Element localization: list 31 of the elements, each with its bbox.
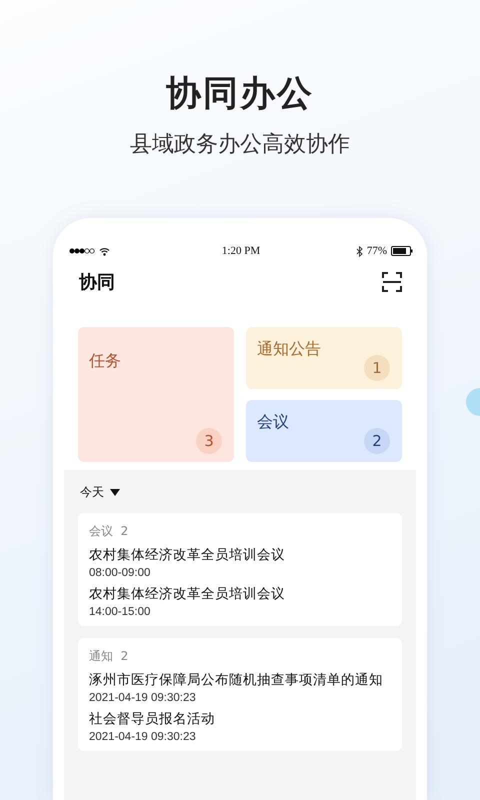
item-time: 2021-04-19 09:30:23 xyxy=(89,692,197,704)
tile-label: 通知公告 xyxy=(257,339,321,358)
scan-icon[interactable] xyxy=(382,272,402,292)
item-time: 08:00-09:00 xyxy=(89,567,152,579)
item-title[interactable]: 农村集体经济改革全员培训会议 xyxy=(89,585,391,603)
item-time: 2021-04-19 09:30:23 xyxy=(89,731,197,743)
headline: 协同办公 xyxy=(166,73,314,116)
tile-label: 任务 xyxy=(89,351,121,370)
date-filter[interactable]: 今天 xyxy=(80,484,402,501)
count-badge: 1 xyxy=(364,355,390,381)
item-title[interactable]: 农村集体经济改革全员培训会议 xyxy=(89,546,391,564)
category-tile[interactable]: 会议 2 xyxy=(246,400,402,462)
group-label: 会议 2 xyxy=(89,524,128,538)
status-time: 1:20 PM xyxy=(222,245,260,257)
category-tile[interactable]: 任务 3 xyxy=(78,327,234,462)
signal-icon xyxy=(69,248,95,254)
battery-icon xyxy=(391,246,413,256)
tile-label: 会议 xyxy=(257,412,289,431)
battery-percent: 77% xyxy=(366,245,387,257)
caret-icon xyxy=(110,489,120,496)
count-badge: 2 xyxy=(364,428,390,454)
app-title: 协同 xyxy=(79,271,115,294)
item-title[interactable]: 涿州市医疗保障局公布随机抽查事项清单的通知 xyxy=(89,671,391,689)
wifi-icon xyxy=(99,246,110,256)
group-label: 通知 2 xyxy=(89,649,128,663)
item-title[interactable]: 社会督导员报名活动 xyxy=(89,710,391,728)
category-tile[interactable]: 通知公告 1 xyxy=(246,327,402,389)
tagline: 县域政务办公高效协作 xyxy=(130,131,350,159)
item-time: 14:00-15:00 xyxy=(89,606,152,618)
bluetooth-icon xyxy=(356,246,363,256)
count-badge: 3 xyxy=(196,428,222,454)
